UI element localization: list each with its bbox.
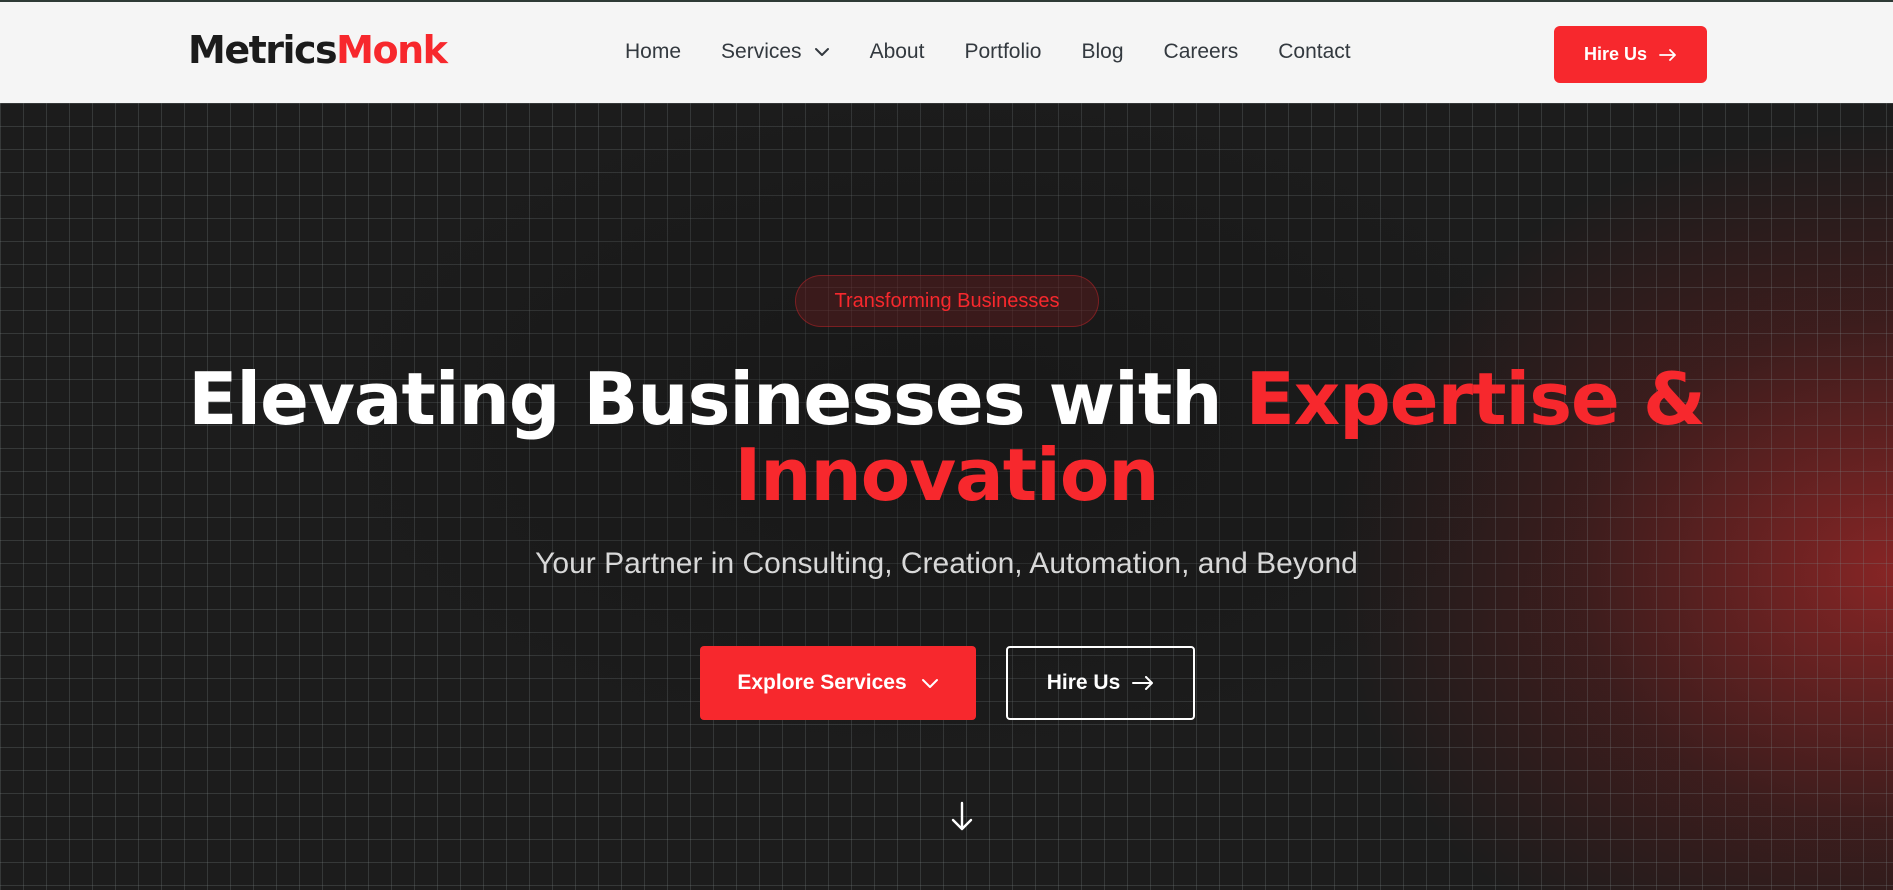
hero-headline: Elevating Businesses with Expertise & In…: [0, 361, 1893, 513]
hero-section: Transforming Businesses Elevating Busine…: [0, 103, 1893, 890]
chevron-down-icon: [921, 678, 938, 688]
nav-item-home[interactable]: Home: [625, 40, 681, 64]
hero-badge: Transforming Businesses: [795, 275, 1099, 327]
site-header: MetricsMonk Home Services About Portfoli…: [0, 2, 1893, 103]
headline-white-part: Elevating Businesses with: [188, 357, 1246, 441]
hero-badge-text: Transforming Businesses: [834, 289, 1060, 312]
nav-item-label: Careers: [1163, 40, 1239, 63]
arrow-right-icon: [1659, 48, 1676, 61]
nav-item-blog[interactable]: Blog: [1082, 40, 1124, 64]
nav-item-contact[interactable]: Contact: [1278, 40, 1350, 64]
headline-red-part-2: Innovation: [734, 433, 1159, 517]
headline-red-part-1: Expertise &: [1245, 357, 1706, 441]
hire-us-label: Hire Us: [1583, 44, 1648, 64]
chevron-down-icon: [814, 48, 829, 56]
hire-us-hero-label: Hire Us: [1046, 671, 1121, 694]
nav-item-services[interactable]: Services: [721, 40, 830, 64]
arrow-down-icon[interactable]: [949, 801, 975, 833]
nav-item-careers[interactable]: Careers: [1164, 40, 1239, 64]
explore-services-button[interactable]: Explore Services: [700, 646, 976, 720]
nav-item-label: Portfolio: [964, 40, 1042, 63]
nav-item-label: Home: [625, 40, 682, 63]
nav-item-about[interactable]: About: [870, 40, 925, 64]
nav-item-label: Blog: [1081, 40, 1124, 63]
hire-us-header-button[interactable]: Hire Us: [1554, 26, 1707, 83]
nav-item-label: Services: [721, 40, 802, 63]
brand-logo-part2: Monk: [336, 28, 448, 72]
hero-subtitle: Your Partner in Consulting, Creation, Au…: [535, 547, 1358, 580]
arrow-right-icon: [1132, 676, 1154, 690]
nav-item-label: Contact: [1278, 40, 1351, 63]
brand-logo[interactable]: MetricsMonk: [188, 28, 448, 72]
explore-services-label: Explore Services: [737, 671, 907, 694]
hire-us-hero-button[interactable]: Hire Us: [1006, 646, 1195, 720]
main-nav: Home Services About Portfolio Blog Caree…: [625, 40, 1391, 64]
brand-logo-part1: Metrics: [188, 28, 338, 72]
nav-item-label: About: [869, 40, 925, 63]
nav-item-portfolio[interactable]: Portfolio: [964, 40, 1041, 64]
